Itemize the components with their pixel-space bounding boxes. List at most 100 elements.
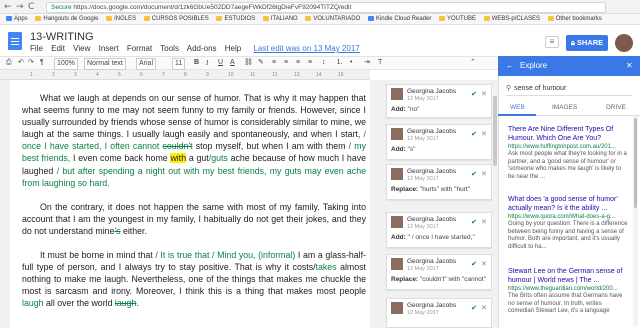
suggestion-card[interactable]: Georgina Jacobs 12 May 2017 ✔ ✕ Replace: "… — [386, 254, 492, 290]
menu-edit[interactable]: Edit — [51, 44, 65, 53]
result-title[interactable]: What does 'a good sense of humor' actual… — [508, 196, 628, 213]
numbered-list-icon[interactable]: ⒈ — [336, 57, 343, 69]
suggestion-card[interactable]: Georgina Jacobs 12 May 2017 ✔ ✕ Replace: "… — [386, 164, 492, 200]
bookmark-other[interactable]: Other bookmarks — [547, 14, 602, 24]
underline-button[interactable]: U — [218, 57, 223, 69]
document-body[interactable]: What we laugh at depends on our sense of… — [22, 92, 366, 322]
clear-format-icon[interactable]: T — [378, 57, 382, 69]
bookmark-kindle[interactable]: Kindle Cloud Reader — [367, 14, 431, 24]
reject-x-icon[interactable]: ✕ — [481, 90, 487, 98]
tab-images[interactable]: IMAGES — [552, 100, 577, 116]
comment-author: Georgina Jacobs — [407, 258, 457, 265]
menu-help[interactable]: Help — [225, 44, 241, 53]
menu-addons[interactable]: Add-ons — [187, 44, 217, 53]
document-scrollbar-thumb[interactable] — [493, 96, 497, 166]
suggestion-action: Replace: — [391, 276, 419, 283]
share-button[interactable]: 🔒︎ SHARE — [566, 35, 608, 51]
bookmark-youtube[interactable]: YOUTUBE — [439, 14, 476, 24]
forward-arrow-icon[interactable]: → — [16, 2, 24, 12]
bookmark-italiano[interactable]: ITALIANO — [262, 14, 298, 24]
align-justify-icon[interactable]: ≡ — [308, 57, 312, 69]
result-title[interactable]: Stewart Lee on the German sense of humou… — [508, 268, 628, 285]
reject-x-icon[interactable]: ✕ — [481, 170, 487, 178]
accept-check-icon[interactable]: ✔ — [471, 90, 477, 98]
bookmark-cursos[interactable]: CURSOS POSIBLES — [143, 14, 209, 24]
style-select[interactable]: Normal text — [84, 58, 126, 70]
reload-icon[interactable]: C — [28, 2, 34, 12]
reject-x-icon[interactable]: ✕ — [481, 218, 487, 226]
explore-search-input[interactable]: ⚲ sense of humour — [506, 82, 632, 96]
reject-x-icon[interactable]: ✕ — [481, 304, 487, 312]
search-result[interactable]: Stewart Lee on the German sense of humou… — [508, 268, 628, 316]
ruler-tick: 4 — [96, 72, 99, 78]
last-edit-link[interactable]: Last edit was on 13 May 2017 — [253, 44, 359, 53]
bookmark-ingles[interactable]: INGLES — [106, 14, 136, 24]
accept-check-icon[interactable]: ✔ — [471, 130, 477, 138]
collapse-menu-icon[interactable]: ⌃ — [470, 57, 476, 69]
suggestion-card[interactable]: Georgina Jacobs 12 May 2017 ✔ ✕ Add: " / o… — [386, 212, 492, 248]
align-left-icon[interactable]: ≡ — [272, 57, 276, 69]
zoom-select[interactable]: 100% — [54, 58, 78, 70]
paint-format-icon[interactable]: ¶ — [40, 57, 44, 69]
bookmark-hangouts[interactable]: Hangouts de Google — [35, 14, 98, 24]
comment-author: Georgina Jacobs — [407, 302, 457, 309]
suggested-deletion: laugh — [114, 298, 137, 309]
document-title[interactable]: 13-WRITING — [30, 31, 94, 43]
undo-icon[interactable]: ↶ — [18, 57, 24, 69]
align-right-icon[interactable]: ≡ — [296, 57, 300, 69]
explore-scrollbar-thumb[interactable] — [634, 118, 637, 208]
italic-button[interactable]: I — [206, 57, 208, 69]
font-size-select[interactable]: 11 — [172, 58, 186, 70]
folder-icon — [262, 16, 269, 21]
tab-drive[interactable]: DRIVE — [606, 100, 626, 116]
ruler-tick: 5 — [118, 72, 121, 78]
print-icon[interactable]: ⎙ — [6, 57, 12, 69]
back-arrow-icon[interactable]: ← — [4, 2, 12, 12]
accept-check-icon[interactable]: ✔ — [471, 170, 477, 178]
search-result[interactable]: What does 'a good sense of humor' actual… — [508, 196, 628, 251]
suggested-insertion: / It is true that / Mind you, (informal) — [155, 250, 296, 261]
url-field[interactable]: Secure https://docs.google.com/document/… — [46, 2, 606, 13]
reject-x-icon[interactable]: ✕ — [481, 130, 487, 138]
close-icon[interactable]: ✕ — [626, 56, 633, 76]
bookmark-webs[interactable]: WEBS-p/CLASES — [483, 14, 540, 24]
bookmark-estudios[interactable]: ESTUDIOS — [216, 14, 255, 24]
line-spacing-icon[interactable]: ↕ — [322, 57, 326, 69]
search-icon: ⚲ — [506, 85, 512, 92]
avatar[interactable] — [615, 34, 633, 52]
comments-icon[interactable]: ≡ — [545, 36, 559, 48]
menu-view[interactable]: View — [73, 44, 90, 53]
suggestion-value: "s" — [407, 146, 416, 153]
bold-button[interactable]: B — [194, 57, 199, 69]
align-center-icon[interactable]: ≡ — [284, 57, 288, 69]
link-icon[interactable]: ⛓ — [244, 57, 253, 69]
suggestion-card[interactable]: Georgina Jacobs 12 May 2017 ✔ ✕ Add: "no" — [386, 84, 492, 118]
bookmark-apps[interactable]: Apps — [6, 14, 28, 24]
search-result[interactable]: There Are Nine Different Types Of Humour… — [508, 126, 628, 181]
menu-file[interactable]: File — [30, 44, 43, 53]
secure-label: Secure — [51, 4, 72, 11]
menu-format[interactable]: Format — [127, 44, 152, 53]
font-select[interactable]: Arial — [136, 58, 157, 70]
docs-logo-icon[interactable] — [8, 32, 22, 50]
folder-icon — [483, 16, 490, 21]
suggestion-value: "no" — [407, 106, 420, 113]
bookmark-voluntariado[interactable]: VOLUNTARIADO — [305, 14, 360, 24]
redo-icon[interactable]: ↷ — [28, 57, 34, 69]
comment-add-icon[interactable]: ✎ — [258, 57, 264, 69]
back-arrow-icon[interactable]: ← — [506, 56, 514, 76]
result-title[interactable]: There Are Nine Different Types Of Humour… — [508, 126, 628, 143]
accept-check-icon[interactable]: ✔ — [471, 260, 477, 268]
menu-insert[interactable]: Insert — [99, 44, 119, 53]
reject-x-icon[interactable]: ✕ — [481, 260, 487, 268]
accept-check-icon[interactable]: ✔ — [471, 218, 477, 226]
accept-check-icon[interactable]: ✔ — [471, 304, 477, 312]
suggestion-value: "hurts" with "hurt" — [419, 186, 470, 193]
bulleted-list-icon[interactable]: • — [350, 57, 352, 69]
menu-tools[interactable]: Tools — [160, 44, 179, 53]
suggestion-card[interactable]: Georgina Jacobs 12 May 2017 ✔ ✕ Add: "s" — [386, 124, 492, 160]
suggestion-card[interactable]: Georgina Jacobs 12 May 2017 ✔ ✕ — [386, 298, 492, 328]
indent-icon[interactable]: ⇥ — [364, 57, 370, 69]
text-color-button[interactable]: A — [230, 57, 235, 69]
avatar — [391, 302, 403, 314]
